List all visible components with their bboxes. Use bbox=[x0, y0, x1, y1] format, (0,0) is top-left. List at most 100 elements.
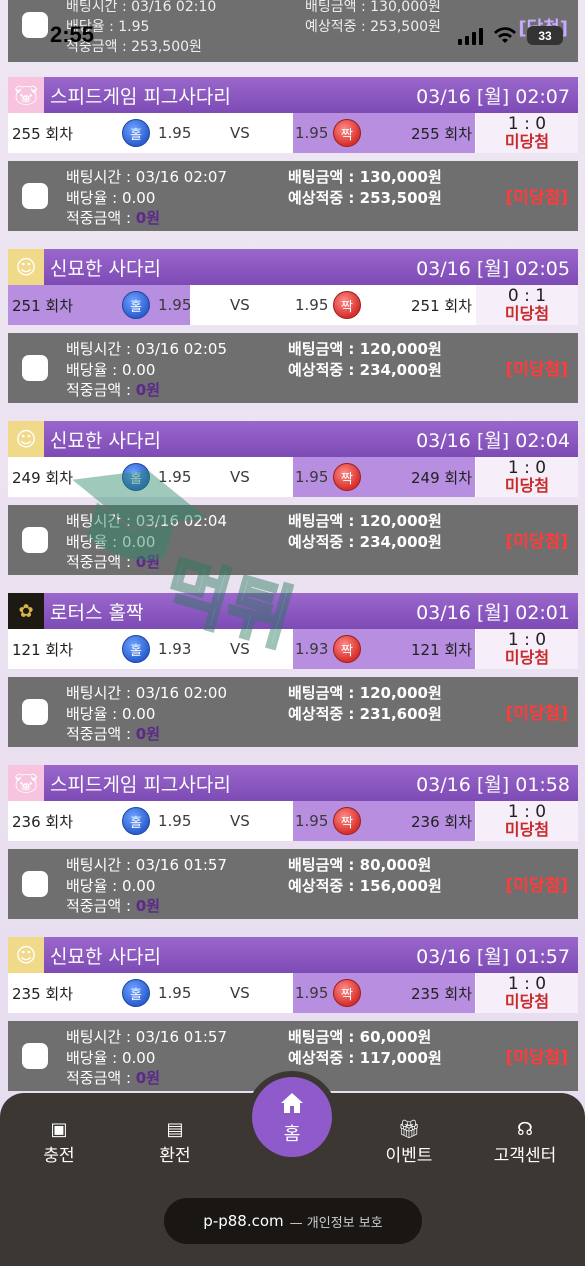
win-amount-label: 적중금액 : bbox=[66, 209, 136, 227]
odds-left: 1.93 bbox=[158, 640, 192, 658]
bet-checkbox[interactable] bbox=[22, 183, 48, 209]
privacy-text: — 개인정보 보호 bbox=[289, 1215, 383, 1231]
win-amount: 0원 bbox=[135, 897, 161, 915]
bet-amount: 배팅금액 : 120,000원 bbox=[288, 340, 442, 358]
win-amount-label: 적중금액 : bbox=[66, 725, 136, 743]
odds-right: 1.95 bbox=[295, 124, 329, 142]
bet-time: 배팅시간 : 03/16 01:57 bbox=[66, 1028, 228, 1046]
bet-win-amount-row: 적중금액 : 0원 bbox=[66, 379, 160, 400]
game-date: 03/16 [월] 02:04 bbox=[416, 429, 570, 452]
score-box: 1 : 0 미당첨 bbox=[476, 629, 578, 669]
bet-expected: 예상적중 : 117,000원 bbox=[288, 1049, 442, 1067]
bet-expected: 예상적중 : 234,000원 bbox=[288, 361, 442, 379]
wifi-icon bbox=[494, 26, 516, 43]
bet-win-amount-row: 적중금액 : 0원 bbox=[66, 207, 160, 228]
match-row: 235 회차 홀 1.95 VS 1.95 짝 235 회차 1 : 0 미당첨 bbox=[8, 973, 578, 1013]
bet-odds: 배당율 : 0.00 bbox=[66, 189, 156, 207]
home-ball-icon: 홀 bbox=[122, 807, 150, 835]
odds-right: 1.93 bbox=[295, 640, 329, 658]
away-ball-icon: 짝 bbox=[333, 291, 361, 319]
odds-left: 1.95 bbox=[158, 984, 192, 1002]
bet-card-header: 🐷︎ 스피드게임 피그사다리 03/16 [월] 02:07 bbox=[8, 77, 578, 113]
win-amount: 0원 bbox=[135, 381, 161, 399]
win-amount: 0원 bbox=[135, 725, 161, 743]
win-amount: 0원 bbox=[135, 209, 161, 227]
nav-charge[interactable]: ▣ 충전 bbox=[14, 1119, 104, 1166]
game-name: 신묘한 사다리 bbox=[50, 257, 161, 280]
bet-result: [미당첨] bbox=[505, 360, 568, 380]
bet-card-header: ☺ 신묘한 사다리 03/16 [월] 01:57 bbox=[8, 937, 578, 973]
nav-event[interactable]: 🎁︎ 이벤트 bbox=[364, 1119, 454, 1166]
home-ball-icon: 홀 bbox=[122, 979, 150, 1007]
bet-card-header: ☺ 신묘한 사다리 03/16 [월] 02:04 bbox=[8, 421, 578, 457]
round-left: 236 회차 bbox=[12, 812, 73, 831]
bet-time: 배팅시간 : 03/16 02:07 bbox=[66, 168, 228, 186]
match-status: 미당첨 bbox=[504, 476, 550, 495]
battery-icon: 33 bbox=[527, 26, 563, 45]
score: 1 : 0 bbox=[507, 458, 547, 478]
url-bar[interactable]: p-p88.com — 개인정보 보호 bbox=[164, 1198, 422, 1244]
bet-checkbox[interactable] bbox=[22, 355, 48, 381]
bet-win-amount-row: 적중금액 : 0원 bbox=[66, 551, 160, 572]
status-time: 2:55 bbox=[50, 22, 95, 47]
bet-win-amount-row: 적중금액 : 0원 bbox=[66, 1067, 160, 1088]
bet-odds: 배당율 : 0.00 bbox=[66, 361, 156, 379]
odds-right: 1.95 bbox=[295, 296, 329, 314]
bet-expected: 예상적중 : 234,000원 bbox=[288, 533, 442, 551]
bottom-nav-bar: ▣ 충전 ▤ 환전 홈 🎁︎ 이벤트 ☊ 고객센터 p-p88.com — 개인… bbox=[0, 1071, 585, 1266]
round-left: 121 회차 bbox=[12, 640, 73, 659]
nav-support-label: 고객센터 bbox=[493, 1146, 557, 1166]
bet-checkbox[interactable] bbox=[22, 699, 48, 725]
match-row: 255 회차 홀 1.95 VS 1.95 짝 255 회차 1 : 0 미당첨 bbox=[8, 113, 578, 153]
vs-label: VS bbox=[230, 124, 250, 142]
match-status: 미당첨 bbox=[504, 820, 550, 839]
bet-odds: 배당율 : 0.00 bbox=[66, 1049, 156, 1067]
bet-odds: 배당율 : 0.00 bbox=[66, 705, 156, 723]
bet-checkbox[interactable] bbox=[22, 871, 48, 897]
game-name: 신묘한 사다리 bbox=[50, 945, 161, 968]
score-box: 1 : 0 미당첨 bbox=[476, 801, 578, 841]
score: 0 : 1 bbox=[507, 286, 547, 306]
bet-card: 🐷︎ 스피드게임 피그사다리 03/16 [월] 01:58 236 회차 홀 … bbox=[8, 765, 578, 937]
match-row: 251 회차 홀 1.95 VS 1.95 짝 251 회차 0 : 1 미당첨 bbox=[8, 285, 578, 325]
nav-home[interactable]: 홈 bbox=[246, 1071, 338, 1163]
bet-odds: 배당율 : 0.00 bbox=[66, 877, 156, 895]
away-ball-icon: 짝 bbox=[333, 979, 361, 1007]
round-left: 251 회차 bbox=[12, 296, 73, 315]
odds-right: 1.95 bbox=[295, 984, 329, 1002]
match-row: 121 회차 홀 1.93 VS 1.93 짝 121 회차 1 : 0 미당첨 bbox=[8, 629, 578, 669]
game-date: 03/16 [월] 02:07 bbox=[416, 85, 570, 108]
round-right: 235 회차 bbox=[411, 984, 472, 1003]
vs-label: VS bbox=[230, 640, 250, 658]
nav-support[interactable]: ☊ 고객센터 bbox=[480, 1119, 570, 1166]
bet-win-amount-row: 적중금액 : 0원 bbox=[66, 895, 160, 916]
round-left: 255 회차 bbox=[12, 124, 73, 143]
match-status: 미당첨 bbox=[504, 648, 550, 667]
bet-expected: 예상적중 : 231,600원 bbox=[288, 705, 442, 723]
nav-exchange[interactable]: ▤ 환전 bbox=[130, 1119, 220, 1166]
headset-icon: ☊ bbox=[517, 1119, 533, 1140]
score: 1 : 0 bbox=[507, 974, 547, 994]
bet-win-amount-row: 적중금액 : 0원 bbox=[66, 723, 160, 744]
away-ball-icon: 짝 bbox=[333, 635, 361, 663]
bet-checkbox[interactable] bbox=[22, 1043, 48, 1069]
match-status: 미당첨 bbox=[504, 992, 550, 1011]
bet-card: ☺ 신묘한 사다리 03/16 [월] 02:05 251 회차 홀 1.95 … bbox=[8, 249, 578, 421]
win-amount-label: 적중금액 : bbox=[66, 381, 136, 399]
round-right: 251 회차 bbox=[411, 296, 472, 315]
status-bar: 2:55 33 bbox=[0, 0, 585, 70]
bet-checkbox[interactable] bbox=[22, 527, 48, 553]
round-left: 249 회차 bbox=[12, 468, 73, 487]
bet-result: [미당첨] bbox=[505, 1048, 568, 1068]
bet-card-header: ✿ 로터스 홀짝 03/16 [월] 02:01 bbox=[8, 593, 578, 629]
bet-card: 🐷︎ 스피드게임 피그사다리 03/16 [월] 02:07 255 회차 홀 … bbox=[8, 77, 578, 249]
game-name: 스피드게임 피그사다리 bbox=[50, 773, 231, 796]
bet-time: 배팅시간 : 03/16 01:57 bbox=[66, 856, 228, 874]
bet-history-list: 🐷︎ 스피드게임 피그사다리 03/16 [월] 02:07 255 회차 홀 … bbox=[8, 77, 578, 1109]
bet-odds: 배당율 : 0.00 bbox=[66, 533, 156, 551]
odds-left: 1.95 bbox=[158, 296, 192, 314]
odds-left: 1.95 bbox=[158, 124, 192, 142]
bet-time: 배팅시간 : 03/16 02:05 bbox=[66, 340, 228, 358]
score-box: 0 : 1 미당첨 bbox=[476, 285, 578, 325]
score-box: 1 : 0 미당첨 bbox=[476, 113, 578, 153]
